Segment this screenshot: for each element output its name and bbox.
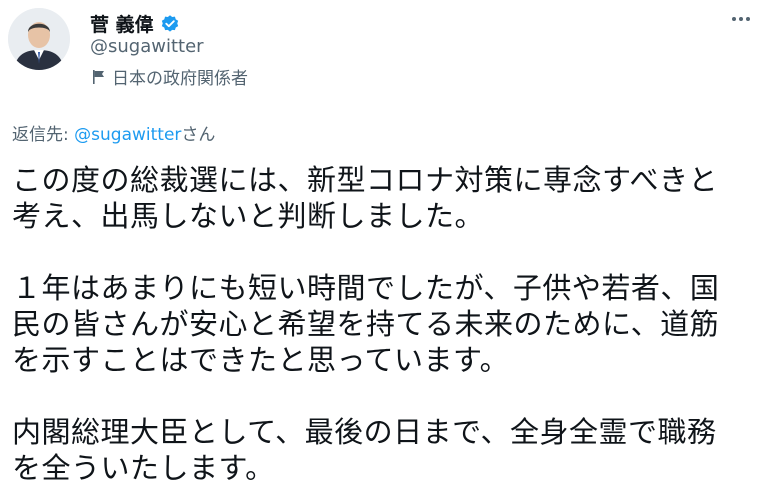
tweet-line: １年はあまりにも短い時間でしたが、子供や若者、国 [12, 271, 720, 305]
tweet-line: を全ういたします。 [12, 451, 275, 485]
tweet-line: 内閣総理大臣として、最後の日まで、全身全霊で職務 [12, 415, 717, 449]
tweet-line: 民の皆さんが安心と希望を持てる未来のために、道筋 [12, 307, 720, 341]
more-dots-icon[interactable] [728, 12, 754, 26]
tweet-line: を示すことはできたと思っています。 [12, 343, 510, 377]
tweet-line: 考え、出馬しないと判断しました。 [12, 199, 485, 233]
avatar-image [8, 8, 70, 70]
verified-badge-icon [160, 14, 180, 34]
reply-mention-link[interactable]: @sugawitter [74, 125, 181, 145]
tweet-text: この度の総裁選には、新型コロナ対策に専念すべきと 考え、出馬しないと判断しました… [12, 162, 754, 486]
author-handle[interactable]: @sugawitter [90, 36, 204, 57]
reply-context: 返信先: @sugawitterさん [12, 120, 215, 145]
flag-icon [90, 68, 108, 86]
tweet-line: この度の総裁選には、新型コロナ対策に専念すべきと [12, 163, 718, 197]
reply-suffix: さん [181, 125, 216, 145]
government-label: 日本の政府関係者 [90, 64, 248, 89]
avatar[interactable] [8, 8, 70, 70]
reply-prefix: 返信先: [12, 125, 75, 145]
display-name[interactable]: 菅 義偉 [90, 10, 154, 37]
government-label-text: 日本の政府関係者 [112, 69, 248, 89]
author-name-row: 菅 義偉 [90, 10, 180, 37]
